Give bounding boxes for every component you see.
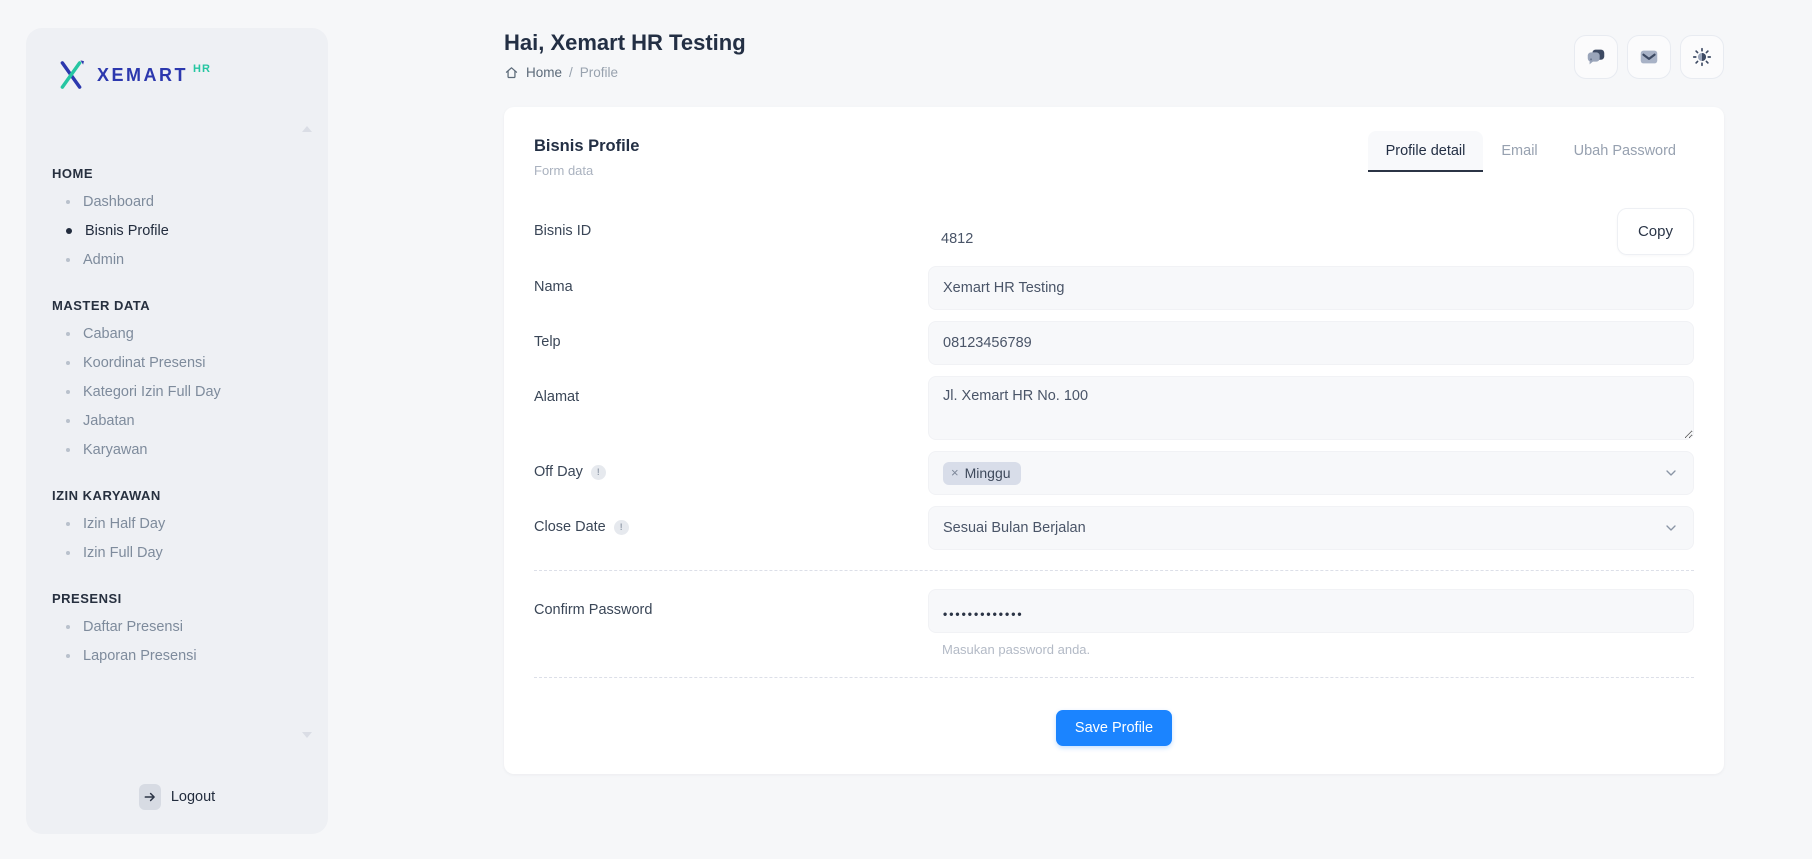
theme-sun-icon xyxy=(1691,46,1713,68)
sidebar-nav: HOME Dashboard Bisnis Profile Admin MAST… xyxy=(52,166,302,670)
off-day-info-icon[interactable]: ! xyxy=(591,465,606,480)
bisnis-id-value: 4812 xyxy=(928,216,973,247)
breadcrumb-current: Profile xyxy=(580,65,618,80)
sidebar-item-dashboard[interactable]: Dashboard xyxy=(52,187,302,216)
bullet-icon xyxy=(66,448,70,452)
sidebar-item-koordinat-presensi[interactable]: Koordinat Presensi xyxy=(52,348,302,377)
sidebar-item-izin-half-day[interactable]: Izin Half Day xyxy=(52,509,302,538)
sidebar-item-bisnis-profile[interactable]: Bisnis Profile xyxy=(52,216,302,245)
sidebar-scroll-up-icon xyxy=(302,126,312,132)
bullet-icon xyxy=(66,522,70,526)
chip-remove-icon[interactable]: × xyxy=(951,465,959,480)
close-date-select[interactable]: Sesuai Bulan Berjalan xyxy=(928,506,1694,550)
close-date-label: Close Date ! xyxy=(534,506,928,535)
confirm-password-input[interactable]: ••••••••••••• xyxy=(928,589,1694,633)
tab-profile-detail[interactable]: Profile detail xyxy=(1368,131,1484,172)
form-divider xyxy=(534,677,1694,678)
app-window: XEMART HR HOME Dashboard Bisnis Profile … xyxy=(0,0,1812,859)
form-divider xyxy=(534,570,1694,571)
password-helper-text: Masukan password anda. xyxy=(942,642,1694,657)
mail-icon xyxy=(1638,46,1660,68)
copy-button[interactable]: Copy xyxy=(1617,208,1694,255)
save-profile-button[interactable]: Save Profile xyxy=(1056,710,1172,746)
alamat-textarea[interactable]: Jl. Xemart HR No. 100 xyxy=(928,376,1694,440)
bullet-icon xyxy=(66,200,70,204)
nav-section-home: HOME xyxy=(52,166,302,181)
off-day-multiselect[interactable]: × Minggu xyxy=(928,451,1694,495)
nama-row: Nama xyxy=(534,266,1694,310)
bullet-icon xyxy=(66,654,70,658)
logo[interactable]: XEMART HR xyxy=(52,56,302,94)
profile-tabs: Profile detail Email Ubah Password xyxy=(1368,131,1694,172)
breadcrumb-home[interactable]: Home xyxy=(526,65,562,80)
bullet-icon xyxy=(66,258,70,262)
confirm-password-row: Confirm Password ••••••••••••• Masukan p… xyxy=(534,589,1694,657)
nav-section-presensi: PRESENSI xyxy=(52,591,302,606)
logo-brand-text: XEMART xyxy=(97,65,188,86)
bisnis-id-row: Bisnis ID 4812 Copy xyxy=(534,208,1694,255)
header-actions xyxy=(1574,35,1724,79)
sidebar-item-kategori-izin-full-day[interactable]: Kategori Izin Full Day xyxy=(52,377,302,406)
telp-input[interactable] xyxy=(928,321,1694,365)
bullet-icon xyxy=(66,419,70,423)
alamat-row: Alamat Jl. Xemart HR No. 100 xyxy=(534,376,1694,440)
sidebar-item-admin[interactable]: Admin xyxy=(52,245,302,274)
confirm-password-label: Confirm Password xyxy=(534,589,928,618)
sidebar-item-karyawan[interactable]: Karyawan xyxy=(52,435,302,464)
page-header: Hai, Xemart HR Testing Home / Profile xyxy=(504,30,1724,80)
off-day-chip: × Minggu xyxy=(943,462,1021,485)
bullet-icon xyxy=(66,625,70,629)
bullet-icon xyxy=(66,390,70,394)
bullet-icon xyxy=(66,228,72,234)
sidebar-item-laporan-presensi[interactable]: Laporan Presensi xyxy=(52,641,302,670)
bullet-icon xyxy=(66,332,70,336)
logout-arrow-icon xyxy=(139,784,161,810)
telp-label: Telp xyxy=(534,321,928,350)
chevron-down-icon xyxy=(1663,465,1679,481)
breadcrumb-separator: / xyxy=(569,65,573,80)
breadcrumb: Home / Profile xyxy=(504,65,746,80)
alamat-label: Alamat xyxy=(534,376,928,405)
bullet-icon xyxy=(66,361,70,365)
xemart-logo-mark xyxy=(52,56,90,94)
chat-button[interactable] xyxy=(1574,35,1618,79)
chevron-down-icon xyxy=(1663,520,1679,536)
logout-button[interactable]: Logout xyxy=(26,784,328,810)
off-day-label: Off Day ! xyxy=(534,451,928,480)
sidebar: XEMART HR HOME Dashboard Bisnis Profile … xyxy=(26,28,328,834)
profile-form: Bisnis ID 4812 Copy Nama Telp xyxy=(534,208,1694,746)
card-subtitle: Form data xyxy=(534,163,639,178)
off-day-row: Off Day ! × Minggu xyxy=(534,451,1694,495)
logo-hr-suffix: HR xyxy=(193,63,211,75)
home-icon xyxy=(504,65,519,80)
theme-toggle-button[interactable] xyxy=(1680,35,1724,79)
bisnis-profile-card: Bisnis Profile Form data Profile detail … xyxy=(504,107,1724,774)
tab-ubah-password[interactable]: Ubah Password xyxy=(1556,131,1694,172)
nav-section-master-data: MASTER DATA xyxy=(52,298,302,313)
sidebar-scroll-down-icon xyxy=(302,732,312,738)
bisnis-id-label: Bisnis ID xyxy=(534,208,928,239)
sidebar-item-jabatan[interactable]: Jabatan xyxy=(52,406,302,435)
close-date-value: Sesuai Bulan Berjalan xyxy=(943,520,1663,536)
chat-icon xyxy=(1585,46,1607,68)
tab-email[interactable]: Email xyxy=(1483,131,1555,172)
nama-label: Nama xyxy=(534,266,928,295)
sidebar-item-izin-full-day[interactable]: Izin Full Day xyxy=(52,538,302,567)
page-title: Hai, Xemart HR Testing xyxy=(504,30,746,56)
close-date-row: Close Date ! Sesuai Bulan Berjalan xyxy=(534,506,1694,550)
nama-input[interactable] xyxy=(928,266,1694,310)
nav-section-izin-karyawan: IZIN KARYAWAN xyxy=(52,488,302,503)
card-title: Bisnis Profile xyxy=(534,131,639,156)
bullet-icon xyxy=(66,551,70,555)
mail-button[interactable] xyxy=(1627,35,1671,79)
telp-row: Telp xyxy=(534,321,1694,365)
sidebar-item-daftar-presensi[interactable]: Daftar Presensi xyxy=(52,612,302,641)
close-date-info-icon[interactable]: ! xyxy=(614,520,629,535)
sidebar-item-cabang[interactable]: Cabang xyxy=(52,319,302,348)
main-content: Hai, Xemart HR Testing Home / Profile xyxy=(504,30,1724,774)
